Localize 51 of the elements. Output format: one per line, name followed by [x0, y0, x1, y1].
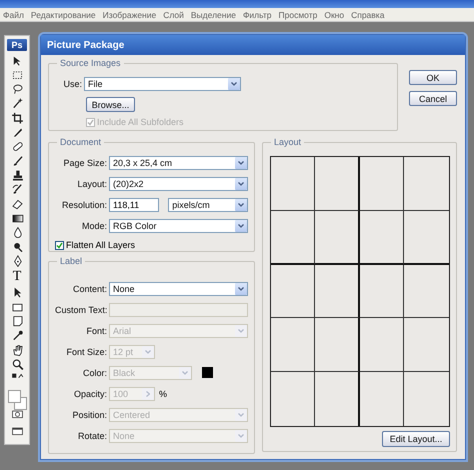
field-label: Use: [62, 79, 82, 89]
menu-item[interactable]: Редактирование [30, 10, 96, 20]
checkbox-label: Flatten All Layers [66, 240, 136, 250]
browse-button[interactable]: Browse... [86, 97, 135, 112]
checkbox[interactable] [55, 240, 64, 250]
field-label: Mode: [80, 220, 107, 230]
unit-label: % [159, 388, 168, 398]
field-label: Custom Text: [55, 304, 107, 314]
screen-mode-icon[interactable] [10, 426, 24, 438]
menu-item[interactable]: Слой [163, 10, 184, 20]
field-label: Font: [85, 326, 107, 336]
group-title: Source Images [57, 58, 124, 68]
history-brush-icon[interactable] [10, 183, 24, 196]
checkbox-label: Include All Subfolders [97, 117, 184, 127]
number-field[interactable]: 118,11 [109, 198, 160, 212]
menu-item[interactable]: Изображение [102, 10, 156, 20]
dropdown[interactable]: 20,3 x 25,4 cm [109, 156, 248, 170]
menu-item[interactable]: Выделение [190, 10, 236, 20]
field-label: Opacity: [72, 388, 107, 398]
field-label: Font Size: [65, 346, 107, 356]
field-label: Resolution: [60, 200, 107, 210]
dropdown[interactable]: pixels/cm [168, 198, 248, 212]
menu-item[interactable]: Файл [3, 10, 24, 20]
quick-mask-icon[interactable] [10, 408, 24, 420]
dialog-button[interactable]: OK [409, 70, 457, 85]
menu-item[interactable]: Просмотр [278, 10, 318, 20]
dropdown[interactable]: None [109, 282, 248, 296]
menu-item[interactable]: Фильтр [242, 10, 272, 20]
group-title: Document [57, 137, 104, 147]
field-label: Color: [82, 368, 107, 378]
field-label: Layout: [76, 178, 107, 188]
field-label: Rotate: [76, 430, 107, 440]
eraser-icon[interactable] [10, 198, 24, 210]
edit-layout-button[interactable]: Edit Layout... [382, 431, 450, 447]
dialog-title: Picture Package [41, 35, 465, 55]
group-title: Layout [271, 137, 304, 147]
field-label: Content: [72, 284, 107, 294]
field-label: Page Size: [62, 158, 107, 168]
menu-item[interactable]: Окно [324, 10, 344, 20]
color-swatch[interactable] [202, 367, 213, 378]
crop-icon[interactable] [10, 112, 24, 124]
dialog-button[interactable]: Cancel [409, 91, 457, 106]
dropdown[interactable]: (20)2x2 [109, 176, 248, 190]
field-label: Position: [71, 410, 107, 420]
type-tool[interactable]: T [12, 269, 22, 284]
app-logo: Ps [7, 39, 27, 50]
group-title: Label [57, 256, 86, 266]
gradient-icon[interactable] [10, 212, 24, 224]
dropdown[interactable]: RGB Color [109, 218, 248, 232]
menu-item[interactable]: Справка [351, 10, 384, 20]
dropdown[interactable]: File [84, 77, 241, 91]
